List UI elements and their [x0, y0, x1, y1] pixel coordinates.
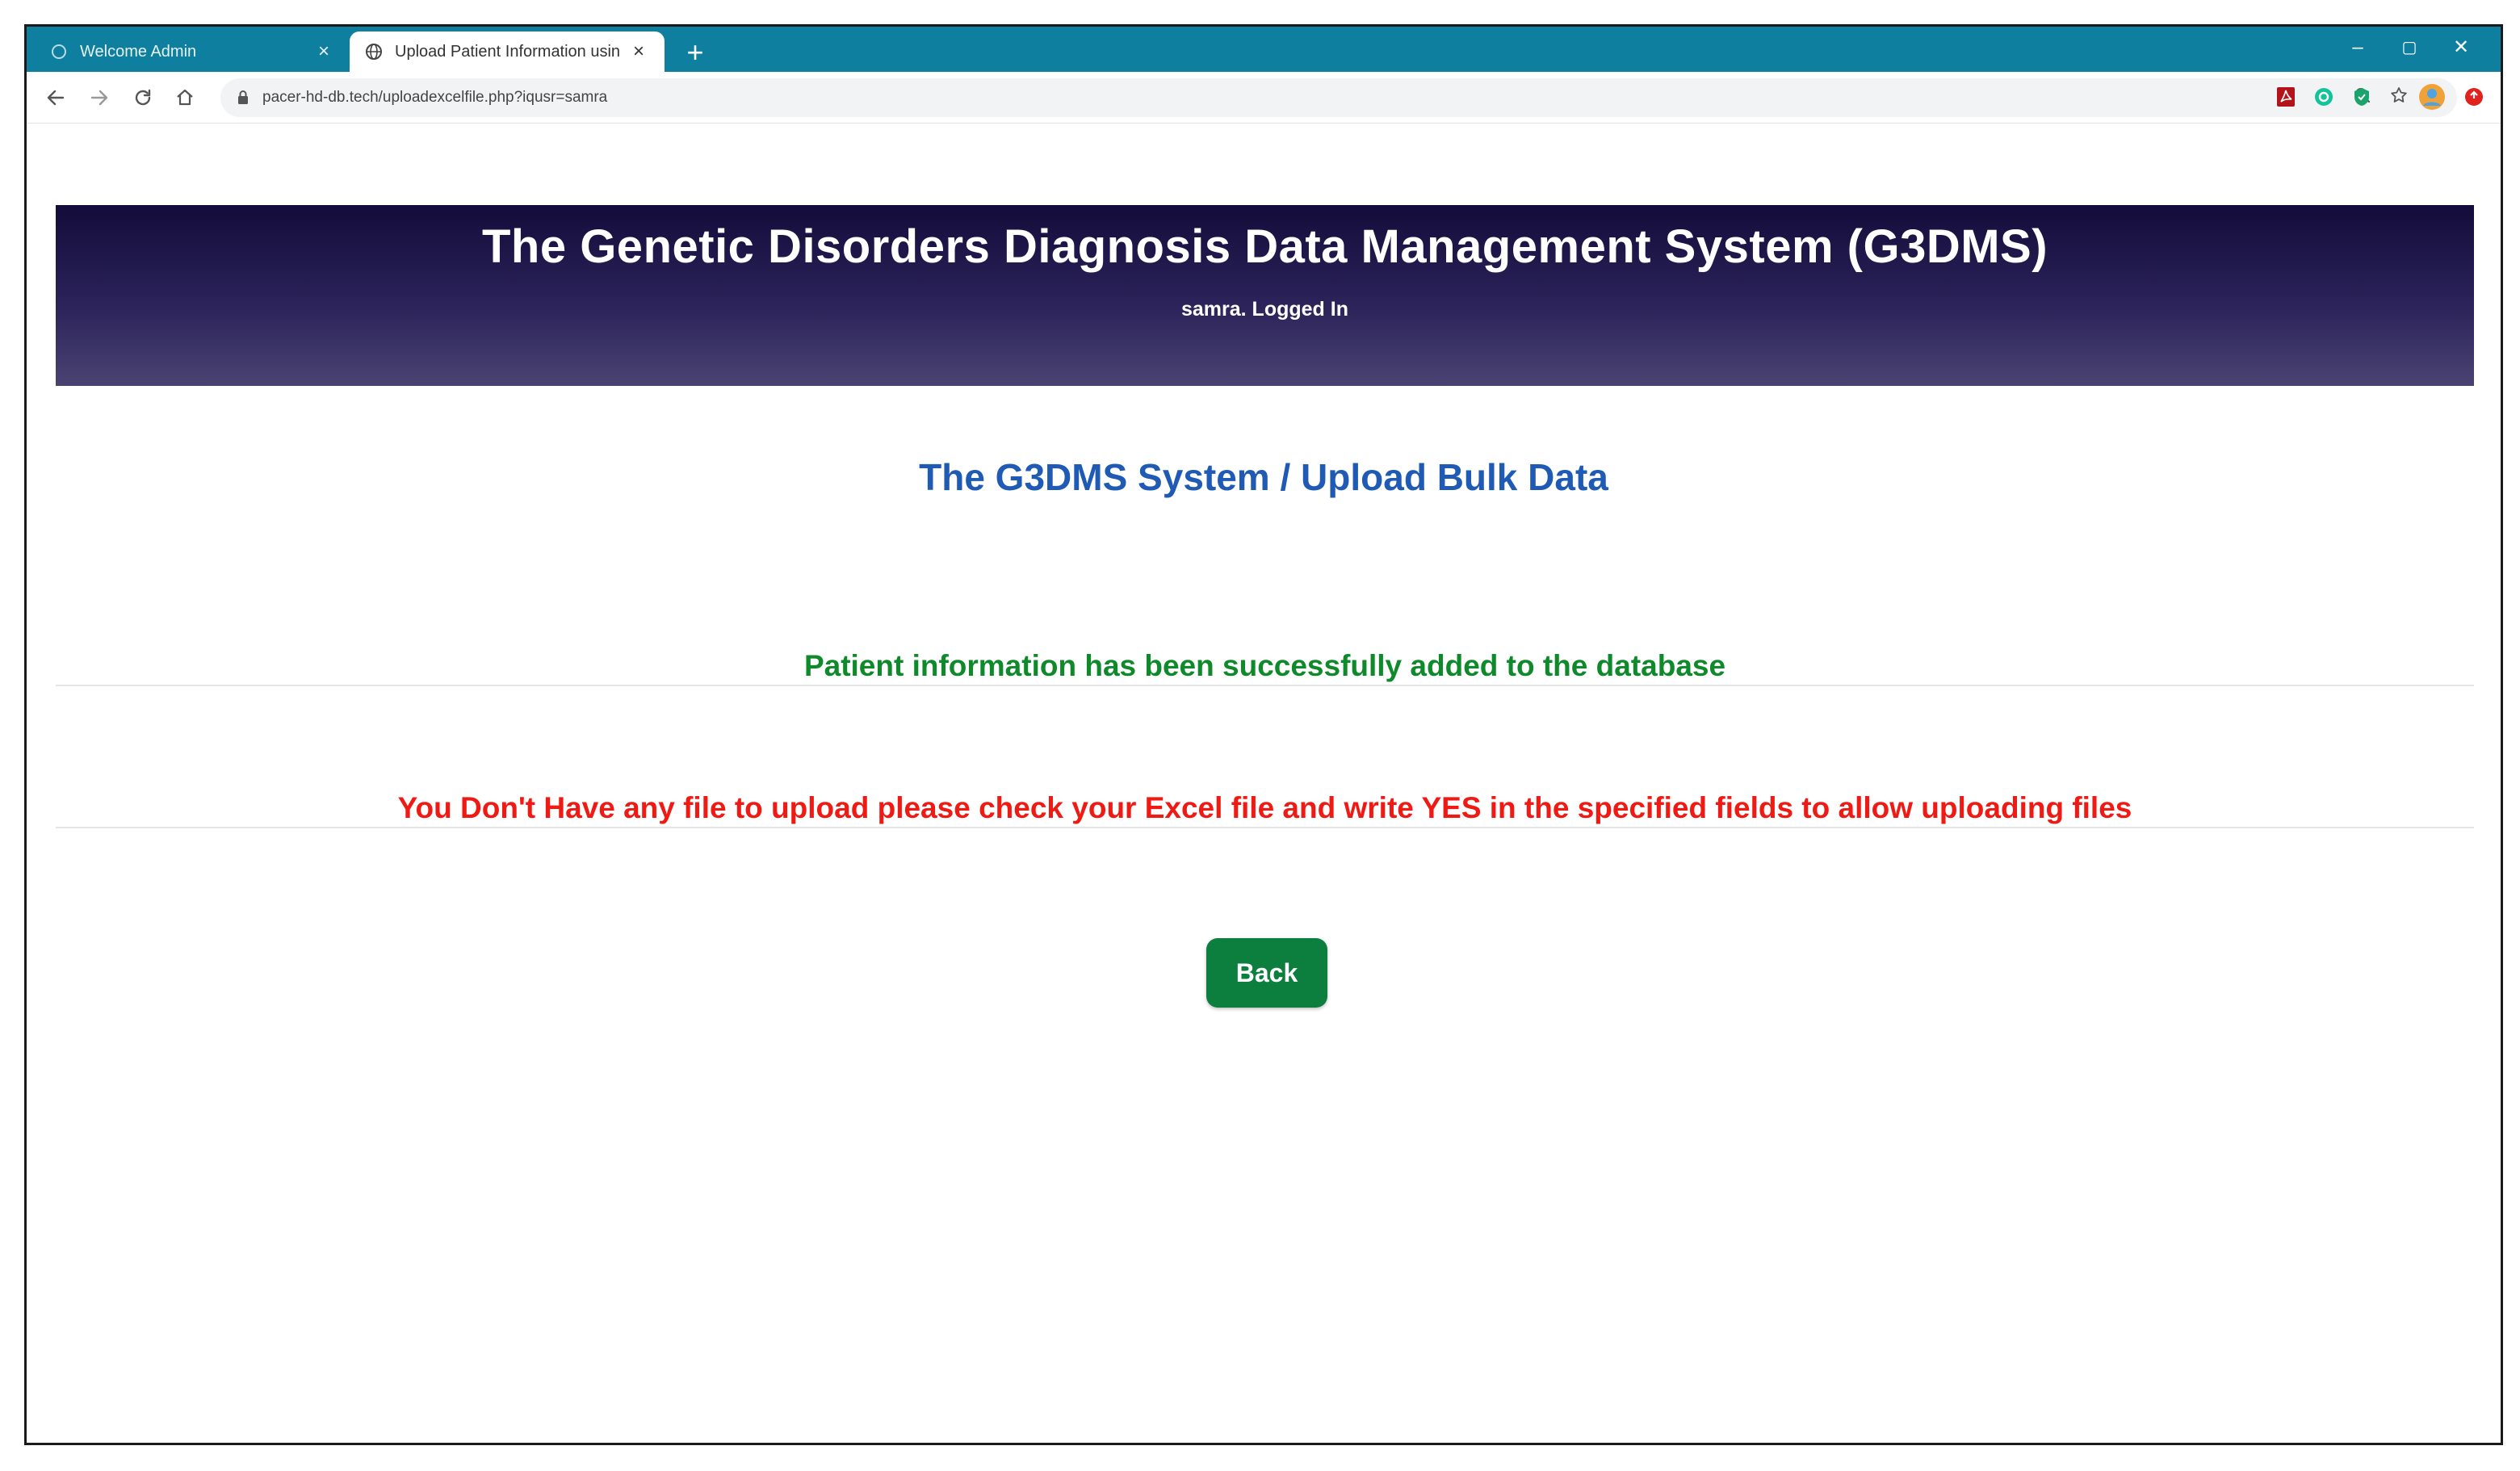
- grammar-extension-icon[interactable]: [2313, 86, 2334, 111]
- browser-window: Welcome Admin × Upload Patient Informati…: [24, 24, 2503, 1445]
- extensions-area: [2276, 83, 2484, 115]
- new-tab-button[interactable]: +: [679, 36, 711, 69]
- pdf-extension-icon[interactable]: [2276, 86, 2296, 111]
- forward-arrow-icon[interactable]: [82, 80, 117, 115]
- close-tab-icon[interactable]: ×: [627, 40, 650, 63]
- back-arrow-icon[interactable]: [38, 80, 73, 115]
- update-extension-icon[interactable]: [2463, 86, 2484, 111]
- error-message: You Don't Have any file to upload please…: [56, 791, 2474, 828]
- site-title: The Genetic Disorders Diagnosis Data Man…: [481, 220, 2048, 273]
- back-button[interactable]: Back: [1206, 938, 1327, 1008]
- profile-avatar[interactable]: [2418, 83, 2446, 115]
- page-favicon-icon: [49, 42, 69, 61]
- close-tab-icon[interactable]: ×: [312, 40, 335, 63]
- restore-icon[interactable]: ▢: [2388, 31, 2431, 64]
- shield-extension-icon[interactable]: [2352, 86, 2371, 111]
- page-title: The G3DMS System / Upload Bulk Data: [919, 456, 1608, 498]
- reload-icon[interactable]: [125, 80, 161, 115]
- header-banner: The Genetic Disorders Diagnosis Data Man…: [56, 205, 2474, 386]
- tab-title: Welcome Admin: [80, 42, 197, 61]
- close-window-icon[interactable]: ✕: [2439, 31, 2483, 64]
- tab-welcome-admin[interactable]: Welcome Admin ×: [35, 31, 350, 72]
- tab-title: Upload Patient Information usin: [395, 42, 621, 61]
- globe-icon: [364, 42, 384, 61]
- browser-toolbar: pacer-hd-db.tech/uploadexcelfile.php?iqu…: [27, 72, 2501, 124]
- url-text: pacer-hd-db.tech/uploadexcelfile.php?iqu…: [262, 89, 608, 106]
- home-icon[interactable]: [167, 80, 203, 115]
- tab-upload-patient[interactable]: Upload Patient Information usin ×: [350, 31, 665, 72]
- address-bar[interactable]: pacer-hd-db.tech/uploadexcelfile.php?iqu…: [220, 78, 2457, 117]
- page-content: The Genetic Disorders Diagnosis Data Man…: [27, 124, 2501, 1443]
- logged-in-status: samra. Logged In: [1181, 298, 1348, 321]
- tab-strip: Welcome Admin × Upload Patient Informati…: [27, 27, 2501, 72]
- lock-icon: [237, 90, 249, 106]
- success-message: Patient information has been successfull…: [56, 649, 2474, 686]
- minimize-icon[interactable]: –: [2336, 31, 2380, 64]
